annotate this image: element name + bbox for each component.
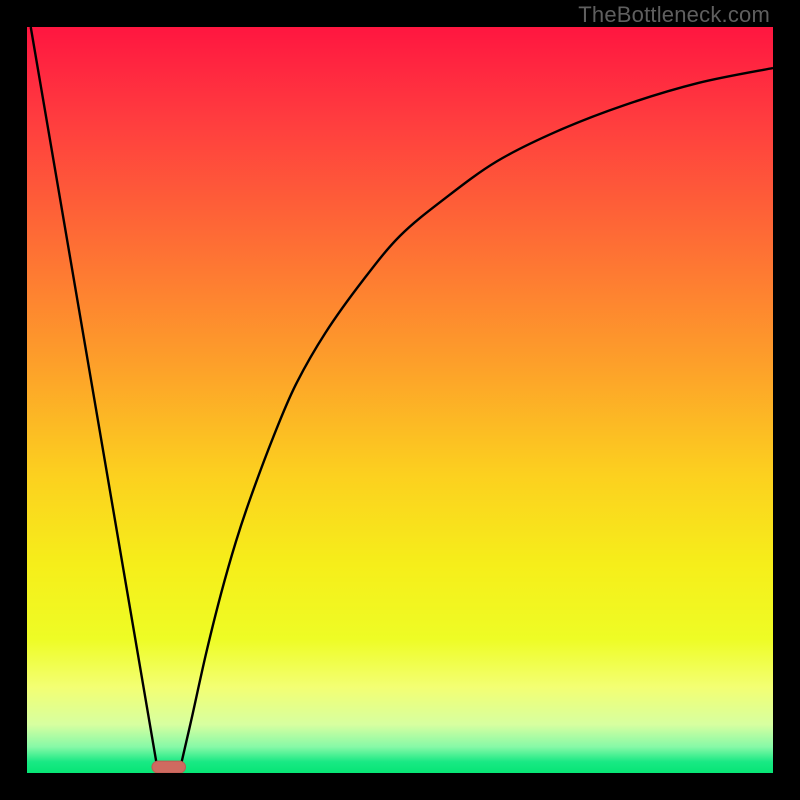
chart-svg [27, 27, 773, 773]
chart-frame: TheBottleneck.com [0, 0, 800, 800]
min-marker [152, 761, 186, 773]
watermark-text: TheBottleneck.com [578, 2, 770, 28]
plot-area [27, 27, 773, 773]
